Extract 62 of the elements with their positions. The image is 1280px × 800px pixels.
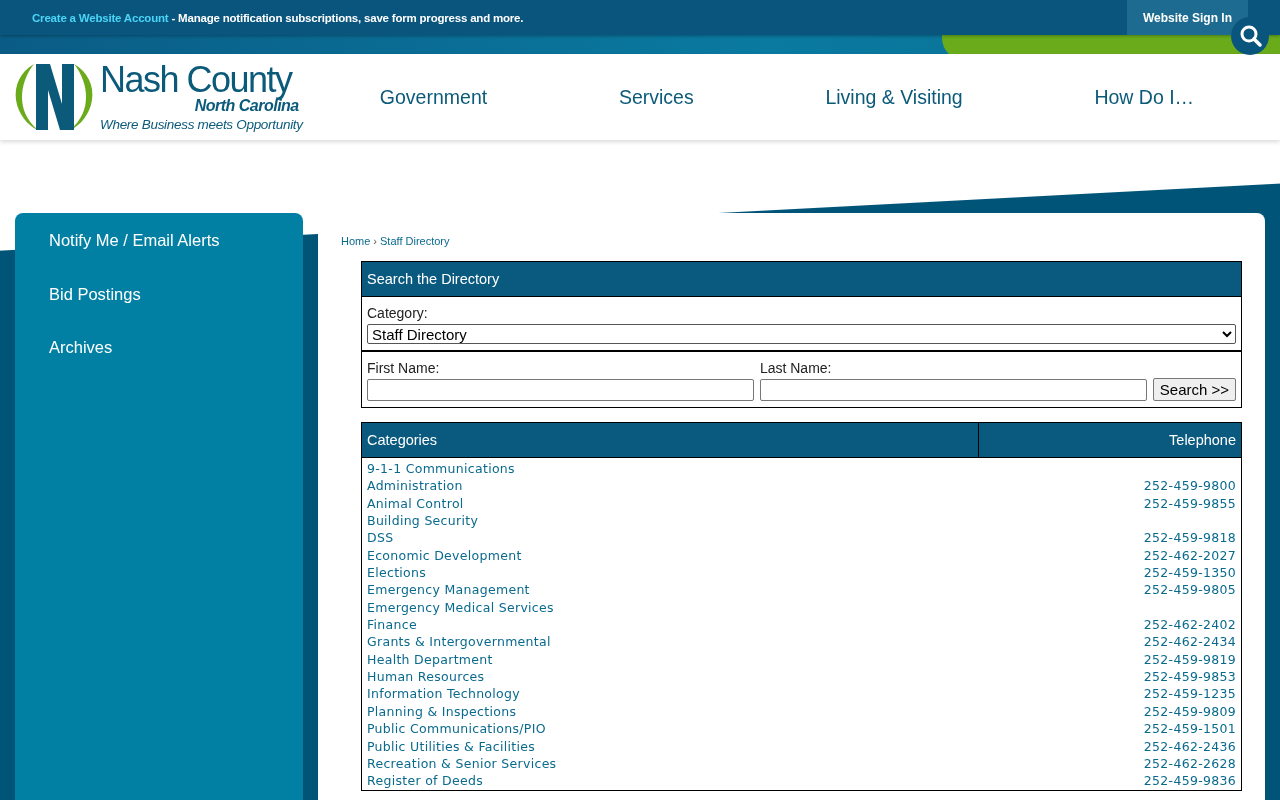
telephone-cell: 252-459-1350 [1143, 564, 1236, 582]
telephone-cell: 252-459-9818 [1143, 529, 1236, 547]
category-link[interactable]: Economic Development [367, 546, 522, 565]
breadcrumb-separator: › [373, 235, 377, 247]
logo-subtitle: North Carolina [194, 98, 299, 115]
sidebar-item[interactable]: Bid Postings [15, 282, 303, 336]
telephone-cell: 252-462-2628 [1143, 754, 1236, 773]
telephone-cell: 252-459-1235 [1143, 685, 1236, 703]
nav-link[interactable]: Government [379, 85, 488, 109]
category-label: Category: [367, 305, 429, 321]
nav-link[interactable]: Services [618, 85, 694, 109]
category-link[interactable]: Register of Deeds [367, 772, 483, 790]
category-link[interactable]: Health Department [367, 650, 493, 669]
column-header: Categories [362, 423, 979, 457]
search-icon[interactable] [1230, 16, 1270, 56]
category-link[interactable]: Public Utilities & Facilities [367, 737, 535, 755]
category-link[interactable]: Emergency Management [367, 581, 530, 599]
first-name-field[interactable] [367, 379, 754, 401]
category-link[interactable]: Human Resources [367, 668, 485, 686]
create-account-link[interactable]: Create a Website Account [32, 11, 169, 24]
category-link[interactable]: Administration [367, 477, 463, 495]
sign-in-button[interactable]: Website Sign In [1126, 0, 1248, 35]
category-link[interactable]: Information Technology [367, 685, 520, 703]
category-link[interactable]: Emergency Medical Services [367, 598, 554, 617]
telephone-cell: 252-462-2434 [1143, 633, 1236, 651]
breadcrumb-link[interactable]: Home [341, 235, 371, 247]
first-name-label: First Name: [367, 360, 441, 376]
category-link[interactable]: Public Communications/PIO [367, 720, 546, 738]
last-name-field[interactable] [759, 379, 1147, 401]
category-link[interactable]: Elections [367, 564, 427, 582]
telephone-cell: 252-462-2027 [1143, 546, 1236, 565]
sidebar-item[interactable]: Notify Me / Email Alerts [15, 229, 303, 283]
telephone-cell: 252-459-1501 [1143, 720, 1236, 738]
category-link[interactable]: 9-1-1 Communications [367, 460, 515, 478]
category-link[interactable]: Recreation & Senior Services [367, 754, 557, 773]
telephone-cell: 252-459-9805 [1143, 581, 1236, 599]
telephone-cell: 252-459-9800 [1143, 477, 1236, 495]
column-header: Telephone [1168, 431, 1237, 450]
logo-title: Nash County [100, 62, 293, 99]
category-dropdown[interactable]: Staff Directory [367, 324, 1236, 344]
search-panel-header: Search the Directory [362, 262, 1241, 297]
telephone-cell: 252-459-9853 [1143, 668, 1236, 686]
sidebar-item[interactable]: Archives [15, 336, 303, 390]
last-name-label: Last Name: [759, 360, 833, 376]
nav-link[interactable]: Living & Visiting [825, 85, 963, 109]
logo-tagline: Where Business meets Opportunity [100, 118, 303, 132]
telephone-cell: 252-459-9819 [1143, 650, 1236, 669]
telephone-cell: 252-462-2402 [1143, 616, 1236, 634]
category-link[interactable]: Planning & Inspections [367, 702, 517, 721]
breadcrumb-link[interactable]: Staff Directory [380, 235, 450, 247]
account-message: Create a Website Account - Manage notification subscriptions, save form progress and more. [32, 11, 524, 24]
category-link[interactable]: DSS [367, 529, 394, 547]
telephone-cell: 252-459-9836 [1143, 772, 1236, 790]
category-link[interactable]: Animal Control [367, 494, 464, 513]
category-link[interactable]: Finance [367, 616, 417, 634]
telephone-cell: 252-459-9855 [1143, 494, 1236, 513]
telephone-cell: 252-462-2436 [1143, 737, 1236, 755]
category-link[interactable]: Grants & Intergovernmental [367, 633, 551, 651]
telephone-cell: 252-459-9809 [1143, 702, 1236, 721]
category-link[interactable]: Building Security [367, 512, 479, 530]
nav-link[interactable]: How Do I… [1094, 85, 1195, 109]
search-button[interactable]: Search >> [1152, 378, 1236, 401]
